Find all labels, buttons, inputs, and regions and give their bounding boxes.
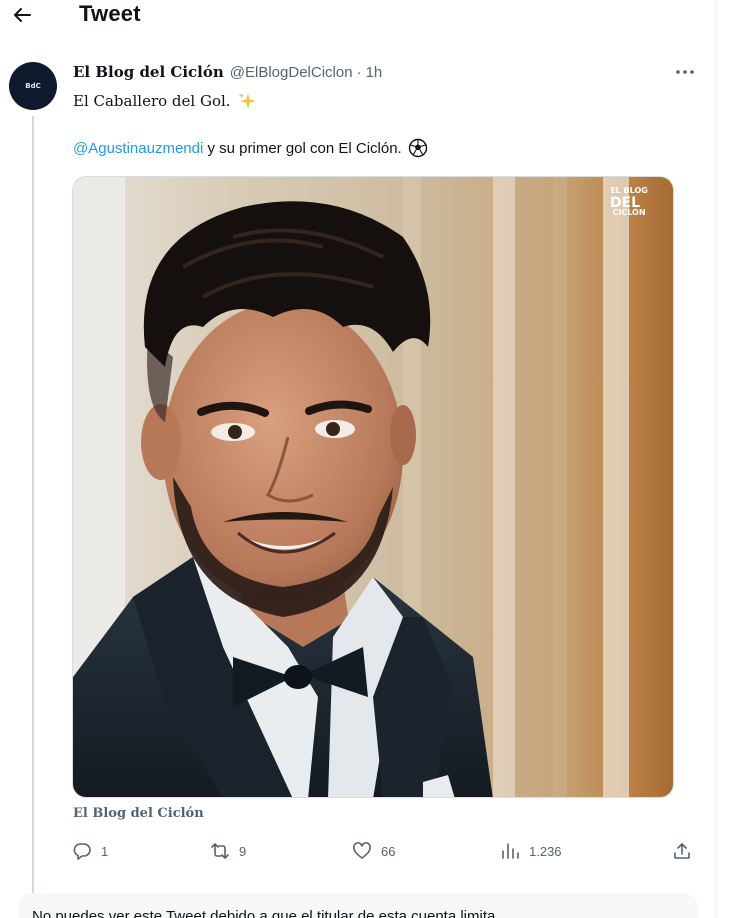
- reply-count: 1: [101, 843, 109, 859]
- author-row: El Blog del Ciclón @ElBlogDelCiclon · 1h: [73, 63, 382, 81]
- tweet-text-line-2: @Agustinauzmendi y su primer gol con El …: [73, 138, 428, 158]
- avatar[interactable]: BdC: [9, 62, 57, 110]
- tweet-headline: El Caballero del Gol.: [73, 92, 231, 110]
- tweet-column: Tweet BdC El Blog del Ciclón @ElBlogDelC…: [0, 0, 716, 918]
- retweet-icon: [211, 843, 229, 859]
- sparkles-icon: [238, 92, 256, 109]
- thread-line: [32, 116, 34, 898]
- more-options-button[interactable]: [674, 62, 696, 82]
- view-count: 1.236: [529, 843, 562, 859]
- mention-link[interactable]: @Agustinauzmendi: [73, 140, 203, 157]
- tweet-text-line-1: El Caballero del Gol.: [73, 91, 257, 111]
- back-button[interactable]: [10, 2, 34, 28]
- views-button[interactable]: 1.236: [500, 838, 562, 864]
- like-button[interactable]: 66: [352, 838, 395, 864]
- media-source-label[interactable]: El Blog del Ciclón: [73, 806, 204, 821]
- svg-text:CICLÓN: CICLÓN: [612, 206, 645, 217]
- photo-portrait: EL BLOG DEL CICLÓN: [73, 177, 673, 797]
- like-icon: [353, 842, 371, 859]
- tweet-actions-bar: 1 9 66 1.236: [72, 838, 698, 864]
- svg-text:EL BLOG: EL BLOG: [610, 186, 648, 195]
- retweet-count: 9: [239, 843, 247, 859]
- like-count: 66: [381, 843, 396, 859]
- author-display-name[interactable]: El Blog del Ciclón: [73, 63, 224, 81]
- header: Tweet: [0, 0, 716, 34]
- soccer-ball-icon: [408, 138, 427, 158]
- arrow-left-icon: [14, 8, 31, 22]
- tweet-timestamp[interactable]: 1h: [366, 64, 383, 81]
- reply-button[interactable]: 1: [72, 838, 108, 864]
- tweet-media-photo[interactable]: EL BLOG DEL CICLÓN: [72, 176, 674, 798]
- share-button[interactable]: [672, 838, 692, 864]
- share-icon: [674, 843, 690, 859]
- tweet-body-text: y su primer gol con El Ciclón.: [203, 139, 402, 157]
- separator-dot: ·: [356, 64, 362, 81]
- notice-text: No puedes ver este Tweet debido a que el…: [32, 908, 496, 918]
- more-horizontal-icon: [676, 70, 694, 74]
- page-title: Tweet: [79, 1, 141, 26]
- retweet-button[interactable]: 9: [210, 838, 246, 864]
- views-icon: [502, 843, 519, 859]
- author-handle[interactable]: @ElBlogDelCiclon: [230, 64, 353, 81]
- reply-icon: [73, 843, 91, 860]
- unavailable-tweet-notice: No puedes ver este Tweet debido a que el…: [18, 893, 698, 918]
